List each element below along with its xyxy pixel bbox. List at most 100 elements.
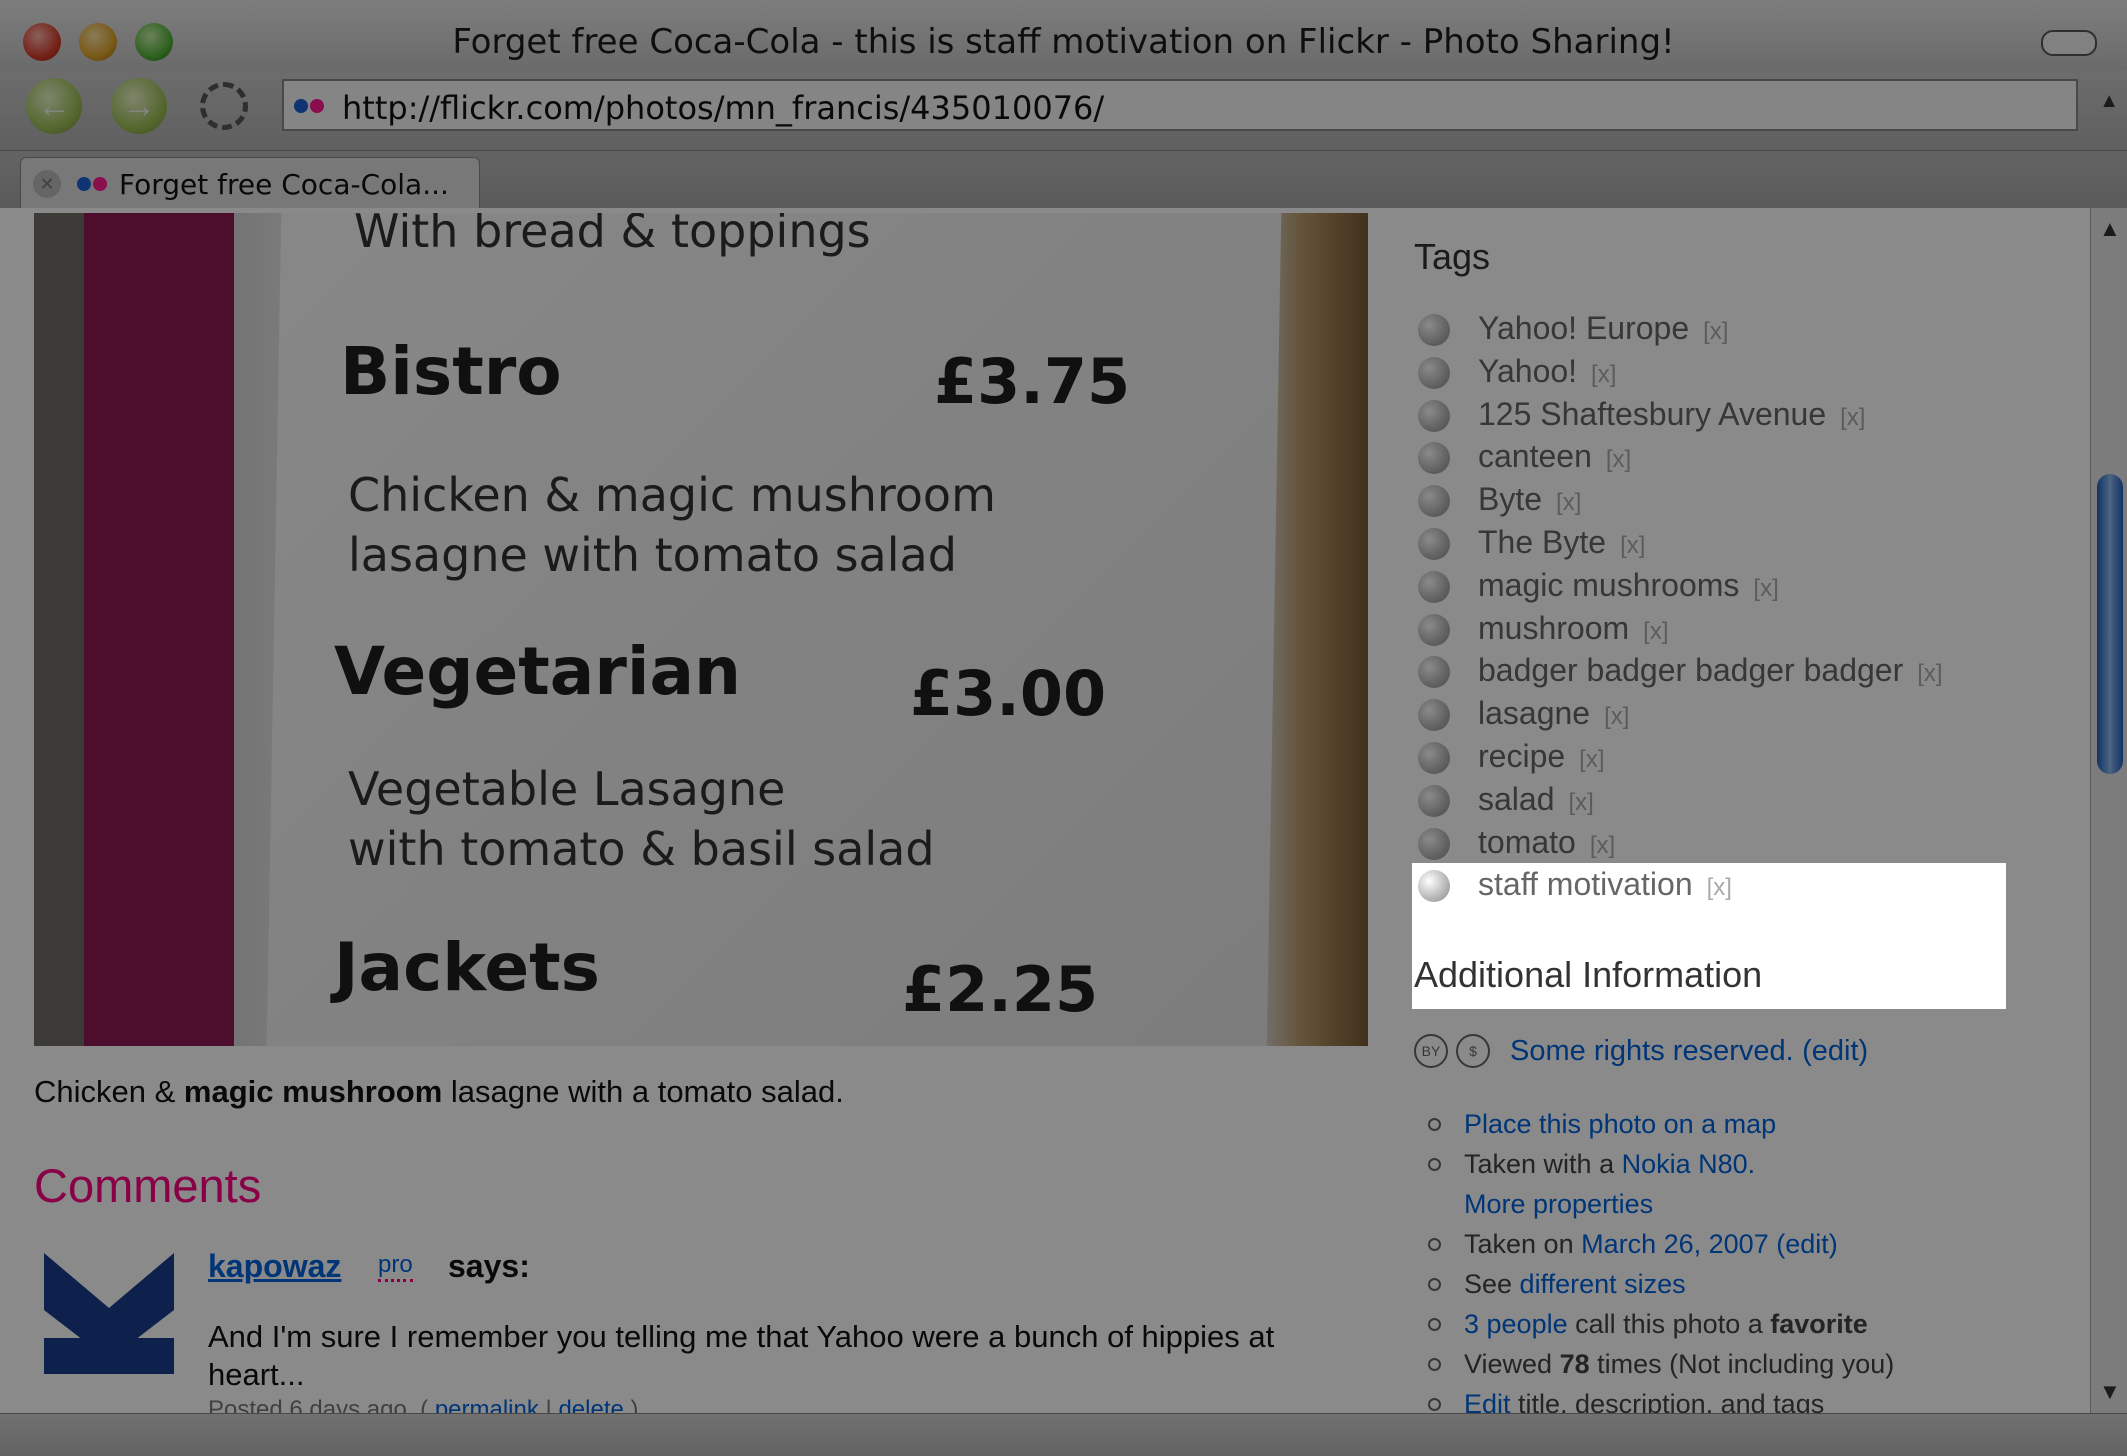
photo-text-line: £3.75 — [934, 345, 1131, 418]
remove-tag-link[interactable]: [x] — [1569, 789, 1594, 816]
scrollbar-thumb[interactable] — [2097, 474, 2123, 774]
comments-heading: Comments — [34, 1159, 262, 1212]
delete-comment-link[interactable]: delete — [558, 1396, 623, 1413]
commenter-name-link[interactable]: kapowaz — [208, 1248, 341, 1285]
globe-icon[interactable] — [1418, 613, 1450, 646]
forward-arrow-icon: → — [122, 87, 156, 125]
globe-icon[interactable] — [1418, 870, 1450, 903]
additional-information-heading: Additional Information — [1414, 954, 1763, 995]
tag-link[interactable]: 125 Shaftesbury Avenue — [1478, 396, 1826, 432]
toolbar-overflow-icon[interactable]: ▲ — [2099, 90, 2119, 113]
additional-info-list: Place this photo on a map Taken with a N… — [1428, 1104, 1894, 1413]
tag-link[interactable]: Yahoo! Europe — [1478, 310, 1689, 346]
globe-icon[interactable] — [1418, 741, 1450, 774]
scroll-up-icon[interactable]: ▲ — [2099, 216, 2121, 242]
tag-link[interactable]: tomato — [1478, 824, 1576, 860]
tag-link[interactable]: canteen — [1478, 438, 1592, 474]
date-edit-link[interactable]: (edit) — [1776, 1229, 1838, 1259]
license-link[interactable]: Some rights reserved. — [1510, 1035, 1794, 1067]
address-bar[interactable]: http://flickr.com/photos/mn_francis/4350… — [282, 79, 2078, 131]
comment-text: And I'm sure I remember you telling me t… — [208, 1319, 1275, 1392]
favorites-link[interactable]: 3 people — [1464, 1309, 1568, 1339]
bullet-icon — [1428, 1118, 1441, 1131]
remove-tag-link[interactable]: [x] — [1707, 874, 1732, 901]
remove-tag-link[interactable]: [x] — [1703, 318, 1728, 345]
remove-tag-link[interactable]: [x] — [1753, 575, 1778, 602]
navigation-toolbar: ← → http://flickr.com/photos/mn_francis/… — [0, 70, 2127, 150]
different-sizes-link[interactable]: different sizes — [1520, 1269, 1686, 1299]
globe-icon[interactable] — [1418, 314, 1450, 346]
tag-link[interactable]: The Byte — [1478, 524, 1606, 560]
tag-link[interactable]: recipe — [1478, 738, 1565, 774]
scroll-down-icon[interactable]: ▼ — [2099, 1379, 2121, 1405]
loading-spinner-icon[interactable] — [200, 82, 248, 130]
photo-text-line: £2.25 — [902, 953, 1099, 1026]
license-edit-link[interactable]: (edit) — [1802, 1035, 1868, 1067]
flickr-favicon-icon — [294, 99, 326, 118]
photo-text-line: with tomato & basil salad — [348, 822, 935, 876]
globe-icon[interactable] — [1418, 656, 1450, 689]
tag-link[interactable]: lasagne — [1478, 695, 1590, 731]
bullet-icon — [1428, 1318, 1441, 1331]
tag-link[interactable]: badger badger badger badger — [1478, 652, 1903, 688]
tag-link[interactable]: magic mushrooms — [1478, 567, 1739, 603]
tab-strip: ✕ Forget free Coca-Cola... — [0, 150, 2127, 210]
photo-text-line: Vegetable Lasagne — [348, 762, 786, 816]
remove-tag-link[interactable]: [x] — [1591, 361, 1616, 388]
remove-tag-link[interactable]: [x] — [1556, 489, 1581, 516]
cc-nc-icon[interactable]: $ — [1456, 1034, 1490, 1068]
forward-button[interactable]: → — [111, 78, 167, 134]
globe-icon[interactable] — [1418, 827, 1450, 860]
cc-by-icon[interactable]: BY — [1414, 1034, 1448, 1068]
globe-icon[interactable] — [1418, 570, 1450, 603]
globe-icon[interactable] — [1418, 699, 1450, 732]
tab-flickr-photo[interactable]: ✕ Forget free Coca-Cola... — [20, 157, 480, 210]
tag-link[interactable]: Byte — [1478, 481, 1542, 517]
tag-link[interactable]: staff motivation — [1478, 866, 1693, 902]
info-item: Place this photo on a map — [1428, 1104, 1894, 1144]
globe-icon[interactable] — [1418, 784, 1450, 817]
edit-details-link[interactable]: Edit — [1464, 1389, 1511, 1413]
back-button[interactable]: ← — [26, 78, 82, 134]
remove-tag-link[interactable]: [x] — [1606, 446, 1631, 473]
place-on-map-link[interactable]: Place this photo on a map — [1464, 1109, 1776, 1139]
vertical-scrollbar[interactable]: ▲ ▼ — [2090, 208, 2127, 1413]
info-item: Viewed 78 times (Not including you) — [1428, 1344, 1894, 1384]
status-bar — [0, 1413, 2127, 1456]
photo-text-line: Vegetarian — [334, 633, 742, 710]
toolbar-toggle-button[interactable] — [2041, 30, 2097, 56]
tag-link[interactable]: salad — [1478, 781, 1555, 817]
browser-window: Forget free Coca-Cola - this is staff mo… — [0, 0, 2127, 1456]
info-item: See different sizes — [1428, 1264, 1894, 1304]
tab-close-icon[interactable]: ✕ — [33, 170, 61, 198]
remove-tag-link[interactable]: [x] — [1643, 618, 1668, 645]
globe-icon[interactable] — [1418, 485, 1450, 518]
globe-icon[interactable] — [1418, 527, 1450, 560]
remove-tag-link[interactable]: [x] — [1604, 703, 1629, 730]
globe-icon[interactable] — [1418, 356, 1450, 389]
info-item: Edit title, description, and tags — [1428, 1384, 1894, 1413]
says-label: says: — [448, 1248, 530, 1284]
url-text[interactable]: http://flickr.com/photos/mn_francis/4350… — [342, 89, 1104, 127]
remove-tag-link[interactable]: [x] — [1840, 404, 1865, 431]
pro-badge-link[interactable]: pro — [378, 1251, 413, 1282]
remove-tag-link[interactable]: [x] — [1620, 532, 1645, 559]
page-content: With bread & toppings Bistro £3.75 Chick… — [0, 208, 2090, 1413]
camera-link[interactable]: Nokia N80. — [1622, 1149, 1756, 1179]
more-properties-link[interactable]: More properties — [1464, 1189, 1653, 1219]
tag-link[interactable]: Yahoo! — [1478, 353, 1577, 389]
remove-tag-link[interactable]: [x] — [1917, 660, 1942, 687]
tag-link[interactable]: mushroom — [1478, 610, 1629, 646]
date-taken-link[interactable]: March 26, 2007 — [1581, 1229, 1769, 1259]
info-item: 3 people call this photo a favorite — [1428, 1304, 1894, 1344]
info-item: More properties — [1428, 1184, 1894, 1224]
tab-label: Forget free Coca-Cola... — [119, 168, 449, 201]
permalink-link[interactable]: permalink — [435, 1396, 539, 1413]
globe-icon[interactable] — [1418, 399, 1450, 432]
globe-icon[interactable] — [1418, 442, 1450, 475]
remove-tag-link[interactable]: [x] — [1590, 832, 1615, 859]
remove-tag-link[interactable]: [x] — [1579, 746, 1604, 773]
back-arrow-icon: ← — [37, 87, 71, 125]
commenter-avatar[interactable] — [44, 1248, 174, 1374]
main-photo[interactable]: With bread & toppings Bistro £3.75 Chick… — [34, 213, 1368, 1046]
